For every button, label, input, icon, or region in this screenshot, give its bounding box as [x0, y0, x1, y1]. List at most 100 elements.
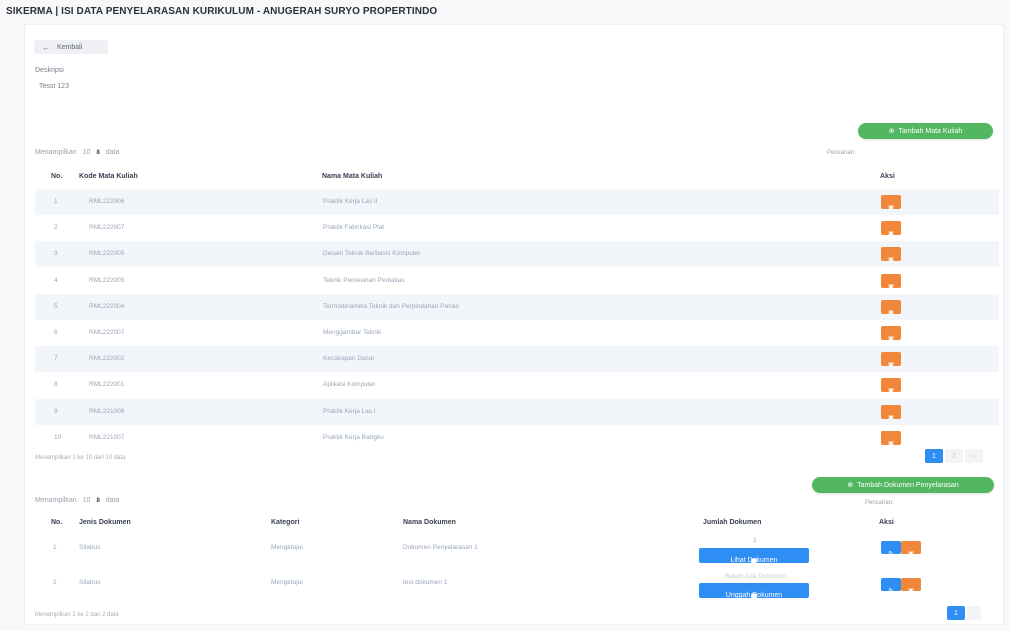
row-course-code: RML222002	[89, 355, 125, 363]
row-no: 9	[54, 407, 58, 415]
arrow-left-icon: ←	[42, 42, 50, 52]
doc-category: Mengetujui	[271, 579, 303, 586]
header-course-code[interactable]: Kode Mata Kuliah	[79, 173, 138, 180]
courses-footer-info: Menampilkan 1 ke 10 dari 10 data	[35, 455, 126, 461]
row-course-name: Termodinamika Teknik dan Perpindahan Pan…	[323, 302, 459, 310]
plus-circle-icon: ⊕	[888, 128, 895, 135]
row-no: 10	[54, 433, 62, 441]
documents-show-count[interactable]: 8	[96, 498, 99, 504]
row-course-name: Praktik Kerja Las II	[323, 198, 378, 205]
trash-icon: ▣	[888, 205, 894, 211]
table-row: 4 RML222005 Teknik Pemesinan Perkakas ▣	[35, 268, 999, 294]
doc-count: 1	[753, 537, 757, 544]
documents-length-control: Menampilkan 10 8 data	[35, 497, 119, 504]
delete-button[interactable]: ▣	[901, 541, 921, 557]
courses-show-prefix: Menampilkan	[35, 149, 77, 156]
row-no: 7	[54, 355, 58, 363]
header-course-name[interactable]: Nama Mata Kuliah	[322, 173, 382, 180]
delete-course-button[interactable]: ▣	[881, 430, 901, 447]
trash-icon: ▣	[888, 309, 894, 316]
delete-course-button[interactable]: ▣	[881, 404, 901, 421]
row-no: 1	[54, 198, 58, 205]
delete-course-button[interactable]: ▣	[881, 326, 901, 342]
courses-table-header: No. Kode Mata Kuliah Nama Mata Kuliah Ak…	[35, 167, 999, 187]
upload-document-button[interactable]: ▆ Unggah Dokumen	[699, 583, 809, 600]
row-course-name: Praktik Kerja Las I	[323, 407, 376, 415]
add-course-button[interactable]: ⊕ Tambah Mata Kuliah	[858, 123, 993, 139]
add-document-button-label: Tambah Dokumen Penyelarasan	[857, 481, 959, 489]
row-course-name: Praktik Kerja Bangku	[323, 433, 384, 441]
delete-course-button[interactable]: ▣	[881, 273, 901, 290]
page-1-button[interactable]: 1	[947, 606, 965, 620]
description-value: Tesst 123	[39, 83, 69, 90]
courses-show-count[interactable]: 8	[96, 150, 99, 156]
courses-show-suffix: data	[105, 149, 120, 156]
documents-show-suffix: data	[105, 497, 120, 504]
documents-show-prefix: Menampilkan	[35, 497, 77, 504]
doc-no: 1	[53, 544, 57, 551]
add-document-button[interactable]: ⊕ Tambah Dokumen Penyelarasan	[812, 477, 994, 493]
delete-course-button[interactable]: ▣	[881, 378, 901, 395]
row-no: 2	[54, 224, 58, 232]
row-no: 5	[54, 302, 58, 310]
delete-course-button[interactable]: ▣	[881, 195, 901, 211]
delete-course-button[interactable]: ▣	[881, 299, 901, 316]
courses-length-control: Menampilkan 10 8 data	[35, 149, 119, 156]
header-action: Aksi	[879, 519, 894, 526]
row-course-name: Teknik Pemesinan Perkakas	[323, 276, 405, 284]
pagination-placeholder	[967, 606, 981, 620]
courses-show-value[interactable]: 10	[83, 149, 91, 156]
main-card: ← Kembali Deskripsi Tesst 123 ⊕ Tambah M…	[24, 24, 1004, 625]
description-label: Deskripsi	[35, 67, 64, 74]
row-course-code: RML222005	[89, 276, 125, 284]
table-row: 8 RML222001 Aplikasi Komputer ▣	[35, 372, 999, 398]
trash-icon: ▣	[908, 551, 914, 557]
delete-course-button[interactable]: ▣	[881, 221, 901, 237]
row-no: 3	[54, 250, 58, 258]
doc-name: test dokumen 1	[403, 579, 448, 586]
table-row: 3 RML222005 Desain Teknik Berbasis Kompute…	[35, 241, 999, 268]
view-document-button[interactable]: ▆ Lihat Dokumen	[699, 548, 809, 565]
doc-count: Belum Ada Dokumen	[725, 573, 787, 580]
next-page-button[interactable]: ›	[965, 449, 983, 463]
header-no[interactable]: No.	[51, 519, 62, 526]
header-document-count[interactable]: Jumlah Dokumen	[703, 519, 761, 526]
trash-icon: ▣	[888, 283, 894, 290]
trash-icon: ▣	[888, 440, 894, 447]
header-category[interactable]: Kategori	[271, 519, 299, 526]
edit-button[interactable]: ✎	[881, 541, 901, 558]
delete-button[interactable]: ▣	[901, 578, 921, 594]
row-course-code: RML222007	[89, 224, 125, 232]
row-course-name: Desain Teknik Berbasis Komputer	[323, 250, 421, 258]
page-2-button[interactable]: 2	[945, 449, 963, 463]
delete-course-button[interactable]: ▣	[881, 352, 901, 368]
documents-search-label: Pencarian:	[865, 500, 894, 506]
row-course-code: RML221007	[89, 433, 125, 441]
documents-show-value[interactable]: 10	[83, 497, 91, 504]
header-document-name[interactable]: Nama Dokumen	[403, 519, 456, 526]
trash-icon: ▣	[908, 588, 914, 594]
table-row: 2 RML222007 Praktik Fabrikasi Plat ▣	[35, 215, 999, 241]
delete-course-button[interactable]: ▣	[881, 247, 901, 263]
table-row: 7 RML222002 Kecakapan Dasar ▣	[35, 346, 999, 373]
row-course-name: Kecakapan Dasar	[323, 355, 375, 363]
view-document-label: Lihat Dokumen	[730, 557, 778, 564]
doc-no: 2	[53, 579, 57, 586]
header-document-type[interactable]: Jenis Dokumen	[79, 519, 131, 526]
back-button[interactable]: ← Kembali	[34, 40, 108, 54]
table-row: 1 RML222006 Praktik Kerja Las II ▣	[35, 189, 999, 215]
trash-icon: ▣	[888, 388, 894, 395]
trash-icon: ▣	[888, 414, 894, 421]
edit-button[interactable]: ✎	[881, 578, 901, 595]
table-row: 10 RML221007 Praktik Kerja Bangku ▣	[35, 425, 999, 451]
row-course-code: RML221006	[89, 407, 125, 415]
page-title: SIKERMA | ISI DATA PENYELARASAN KURIKULU…	[6, 6, 438, 17]
trash-icon: ▣	[888, 336, 894, 342]
document-row: 2 Silabus Mengetujui test dokumen 1 Belu…	[35, 567, 999, 601]
row-course-code: RML222005	[89, 250, 125, 258]
header-no[interactable]: No.	[51, 173, 62, 180]
back-button-label: Kembali	[57, 43, 83, 51]
pencil-icon: ✎	[888, 588, 894, 595]
plus-circle-icon: ⊕	[847, 482, 854, 489]
page-1-button[interactable]: 1	[925, 449, 943, 463]
